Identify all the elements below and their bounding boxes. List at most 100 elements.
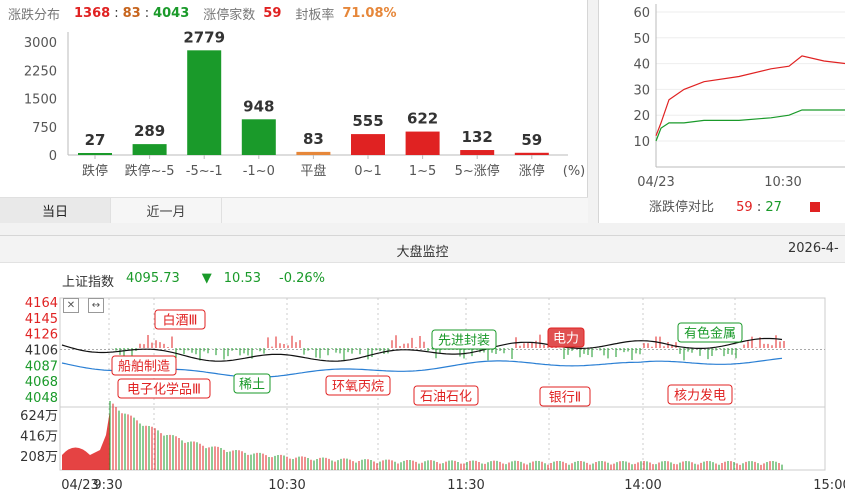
- screen: 涨跌分布 1368 : 83 : 4043 涨停家数 59 封板率 71.08%…: [0, 0, 845, 493]
- x-tick-label: 10:30: [764, 175, 801, 190]
- seal-rate-label: 封板率: [295, 7, 335, 23]
- bar-value-label: 27: [85, 131, 106, 149]
- price-tick-label: 4068: [25, 375, 58, 390]
- x-tick-label: 平盘: [300, 163, 326, 179]
- volume-area-pre: [62, 410, 110, 470]
- bar: [405, 131, 440, 155]
- monitor-date: 2026-4-: [788, 241, 839, 256]
- price-tick-label: 4126: [25, 328, 58, 343]
- volume-tick-label: 208万: [20, 450, 58, 465]
- bar: [514, 152, 549, 155]
- distribution-panel: 涨跌分布 1368 : 83 : 4043 涨停家数 59 封板率 71.08%…: [0, 0, 588, 223]
- limit-ratio-up: 59: [736, 200, 753, 215]
- bar-value-label: 83: [303, 130, 324, 148]
- bar-value-label: 289: [134, 122, 165, 140]
- bar-value-label: 132: [462, 128, 493, 146]
- bar: [187, 50, 222, 155]
- x-tick-label: 14:00: [624, 478, 661, 493]
- flat-count: 83: [122, 5, 141, 21]
- x-tick-label: 10:30: [268, 478, 305, 493]
- x-tick-label: 11:30: [447, 478, 484, 493]
- limit-up-count: 59: [263, 5, 282, 21]
- index-quote-row: 上证指数 4095.73 ▼ 10.53 -0.26%: [62, 271, 325, 290]
- y-tick-label: 750: [32, 121, 57, 136]
- y-tick-label: 10: [633, 135, 650, 150]
- y-tick-label: 3000: [24, 36, 57, 51]
- y-tick-label: 40: [633, 58, 650, 73]
- swap-icon[interactable]: ↔: [88, 298, 104, 313]
- limit-ratio-down: 27: [765, 200, 782, 215]
- sector-tag: 电子化学品Ⅲ: [127, 382, 201, 398]
- bar-value-label: 59: [521, 131, 542, 149]
- y-tick-label: 30: [633, 83, 650, 98]
- up-count: 1368: [74, 5, 111, 21]
- x-tick-label: 9:30: [93, 478, 122, 493]
- bar-value-label: 555: [352, 112, 383, 130]
- sector-tag: 先进封装: [438, 334, 490, 349]
- sector-tag: 环氧丙烷: [332, 380, 384, 395]
- y-tick-label: 60: [633, 6, 650, 21]
- market-monitor: 大盘监控 2026-4- 上证指数 4095.73 ▼ 10.53 -0.26%…: [0, 235, 845, 493]
- sector-tag: 银行Ⅱ: [549, 391, 581, 406]
- y-tick-label: 2250: [24, 64, 57, 79]
- sector-tag: 电力: [553, 332, 579, 347]
- sector-tag: 石油石化: [420, 390, 472, 405]
- bar: [296, 151, 331, 155]
- seal-rate-value: 71.08%: [342, 5, 397, 21]
- x-tick-label: -5~-1: [186, 164, 223, 179]
- series-line: [655, 55, 845, 137]
- x-tick-label: 跌停: [82, 163, 108, 179]
- series-line: [655, 109, 845, 142]
- index-change: 10.53: [223, 271, 261, 286]
- bar-value-label: 948: [243, 97, 274, 115]
- y-tick-label: 1500: [24, 93, 57, 108]
- monitor-title: 大盘监控: [396, 245, 449, 260]
- unit-label: (%): [563, 164, 586, 179]
- x-tick-label: 1~5: [409, 164, 436, 179]
- limit-ratio-label: 涨跌停对比: [649, 200, 715, 215]
- x-tick-label: 04/23: [637, 175, 674, 190]
- volume-tick-label: 416万: [20, 430, 58, 445]
- x-tick-label: 0~1: [354, 164, 381, 179]
- intraday-chart: 4164414541264106408740684048 624万 416万 208万…: [20, 296, 845, 493]
- sector-tag: 核力发电: [674, 388, 726, 404]
- price-tick-label: 4048: [25, 391, 58, 406]
- sector-tag: 稀土: [239, 378, 265, 393]
- x-tick-label: 5~涨停: [455, 163, 500, 179]
- sector-tag: 有色金属: [684, 326, 736, 342]
- price-tick-label: 4106: [25, 344, 58, 359]
- bar: [78, 153, 112, 155]
- bar-value-label: 622: [407, 110, 438, 128]
- bar: [241, 119, 276, 155]
- index-change-pct: -0.26%: [279, 271, 325, 286]
- volume-tick-label: 624万: [20, 409, 58, 424]
- index-name: 上证指数: [62, 275, 115, 290]
- y-tick-label: 0: [49, 149, 57, 164]
- x-tick-label: -1~0: [243, 164, 275, 179]
- y-tick-label: 20: [633, 109, 650, 124]
- tab-today[interactable]: 当日: [0, 198, 111, 223]
- x-tick-label: 跌停~-5: [125, 163, 175, 179]
- bar: [460, 150, 495, 155]
- limit-up-label: 涨停家数: [203, 7, 256, 23]
- period-tabs: 当日 近一月: [0, 197, 588, 223]
- close-icon[interactable]: ✕: [63, 298, 79, 313]
- index-value: 4095.73: [126, 271, 180, 286]
- tab-last-month[interactable]: 近一月: [111, 198, 222, 223]
- monitor-titlebar: 大盘监控 2026-4-: [0, 236, 845, 263]
- distribution-header: 涨跌分布 1368 : 83 : 4043 涨停家数 59 封板率 71.08%: [8, 5, 397, 23]
- sector-tag: 船舶制造: [118, 359, 170, 375]
- price-tick-label: 4087: [25, 359, 58, 374]
- down-count: 4043: [153, 5, 190, 21]
- bar: [351, 134, 385, 155]
- down-triangle-icon: ▼: [201, 271, 212, 286]
- limit-ratio-legend: 涨跌停对比 59 : 27: [649, 196, 821, 215]
- y-tick-label: 50: [633, 32, 650, 47]
- price-tick-label: 4164: [25, 296, 58, 311]
- bar-value-label: 2779: [183, 28, 225, 46]
- limit-ratio-line-chart: 60 50 40 30 20 10 04/23 10:30: [633, 4, 845, 190]
- distribution-label: 涨跌分布: [8, 7, 61, 23]
- price-tick-label: 4145: [25, 312, 58, 327]
- up-legend-swatch: [810, 202, 821, 212]
- bar: [132, 144, 167, 155]
